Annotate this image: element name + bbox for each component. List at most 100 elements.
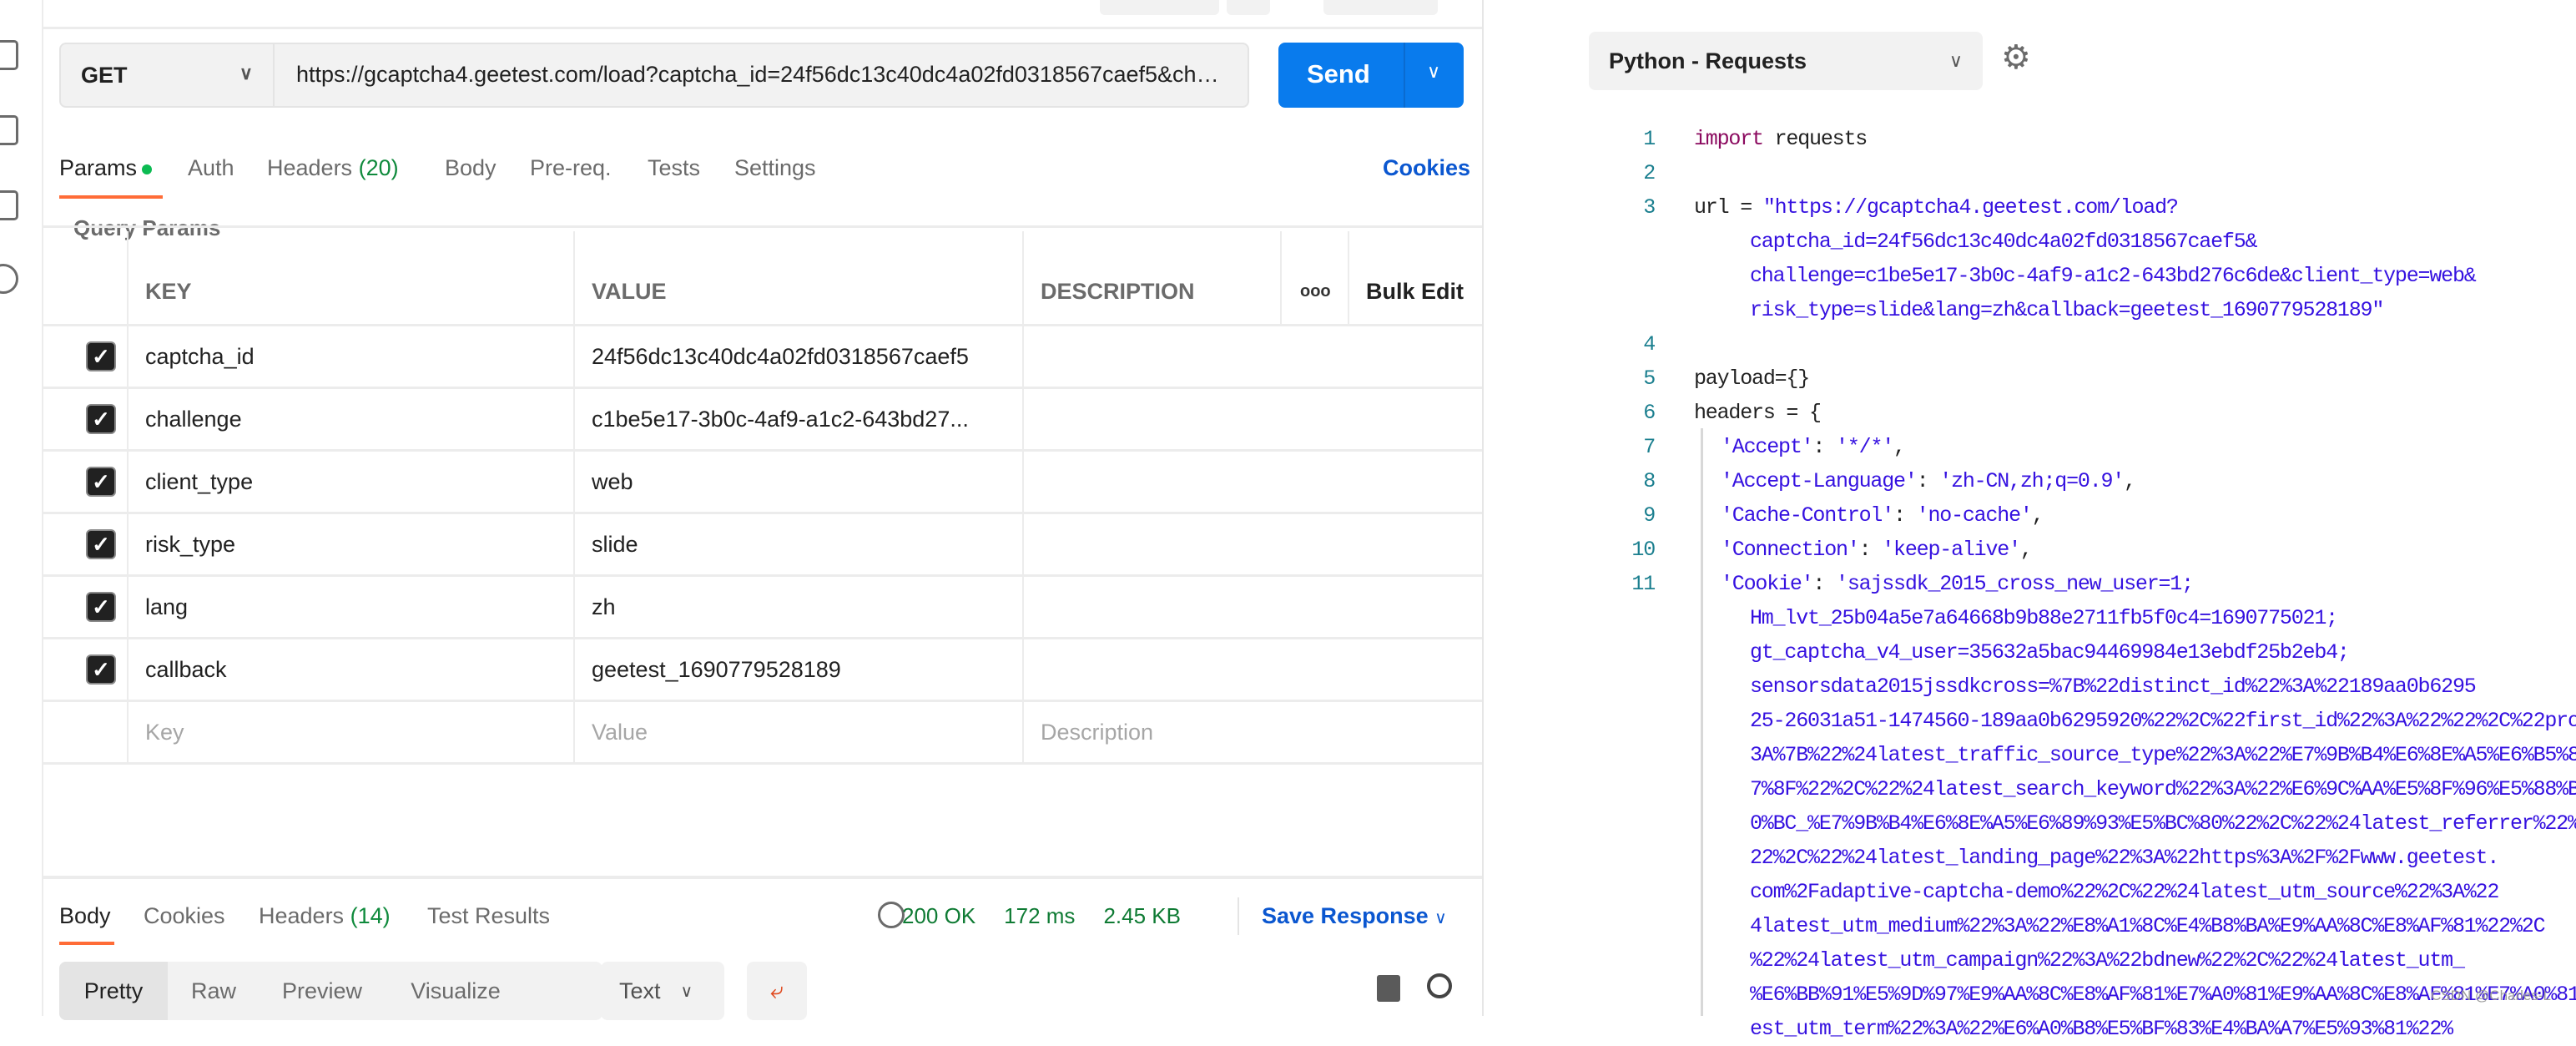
code-token: challenge=c1be5e17-3b0c-4af9-a1c2-643bd2… (1750, 264, 2477, 288)
code-token: %22%24latest_utm_campaign%22%3A%22bdnew%… (1750, 948, 2465, 973)
watermark: CSDN @Charles-L (2431, 988, 2551, 1003)
line-number: 10 (1631, 538, 1656, 562)
cookies-link[interactable]: Cookies (1383, 155, 1470, 181)
collections-icon[interactable] (0, 40, 18, 70)
param-value[interactable]: c1be5e17-3b0c-4af9-a1c2-643bd27... (573, 389, 1022, 449)
param-description[interactable] (1022, 577, 1482, 637)
code-text: est_utm_term%22%3A%22%E6%A0%B8%E5%BF%83%… (1750, 1012, 2453, 1046)
tab-settings[interactable]: Settings (734, 155, 816, 181)
row-checkbox[interactable]: ✓ (86, 529, 116, 559)
row-checkbox[interactable]: ✓ (86, 592, 116, 622)
status-code[interactable]: 200 OK (902, 903, 975, 928)
code-token: 'no-cache' (1916, 503, 2033, 528)
code-token: 25-26031a51-1474560-189aa0b6295920%22%2C… (1750, 709, 2576, 733)
toolbar-button[interactable] (1100, 0, 1219, 15)
view-visualize[interactable]: Visualize (385, 962, 527, 1020)
param-value[interactable]: 24f56dc13c40dc4a02fd0318567caef5 (573, 326, 1022, 387)
row-checkbox[interactable]: ✓ (86, 467, 116, 497)
response-tab-headers[interactable]: Headers (14) (259, 903, 391, 929)
code-line: 4latest_utm_medium%22%3A%22%E8%A1%8C%E4%… (1484, 909, 2576, 943)
wrap-lines-icon[interactable]: ⤶ (747, 962, 807, 1020)
tab-body[interactable]: Body (445, 155, 497, 181)
line-number: 4 (1643, 332, 1656, 356)
language-select[interactable]: Python - Requests ∨ (1589, 32, 1983, 90)
send-options-chevron-icon[interactable]: ∨ (1427, 61, 1440, 83)
response-tab-body[interactable]: Body (59, 903, 111, 929)
tab-pre-request[interactable]: Pre-req. (530, 155, 612, 181)
divider (1238, 897, 1239, 935)
response-divider[interactable] (43, 876, 1482, 879)
tab-params[interactable]: Params (59, 155, 153, 181)
code-text: 'Connection': 'keep-alive', (1721, 533, 2033, 567)
param-key[interactable]: lang (127, 577, 573, 637)
param-value[interactable]: web (573, 452, 1022, 512)
row-checkbox[interactable]: ✓ (86, 404, 116, 434)
format-select[interactable]: Text ∨ (601, 962, 724, 1020)
code-text: 4latest_utm_medium%22%3A%22%E8%A1%8C%E4%… (1750, 909, 2546, 943)
more-options-icon[interactable]: ooo (1280, 261, 1348, 321)
network-globe-icon[interactable] (878, 902, 905, 928)
column-header-key: KEY (145, 278, 192, 304)
response-time[interactable]: 172 ms (1004, 903, 1075, 928)
param-value[interactable]: slide (573, 514, 1022, 574)
toolbar-button[interactable] (1227, 0, 1270, 15)
param-description[interactable] (1022, 326, 1482, 387)
line-number: 2 (1643, 161, 1656, 185)
monitors-icon[interactable] (0, 190, 18, 220)
view-raw[interactable]: Raw (168, 962, 260, 1020)
url-input[interactable]: https://gcaptcha4.geetest.com/load?captc… (296, 62, 1231, 88)
param-key[interactable]: risk_type (127, 514, 573, 574)
code-token: '*/*' (1836, 435, 1894, 459)
view-preview[interactable]: Preview (260, 962, 385, 1020)
param-description[interactable] (1022, 452, 1482, 512)
view-pretty[interactable]: Pretty (59, 962, 168, 1020)
gear-icon[interactable]: ⚙ (2001, 38, 2031, 77)
new-value-input[interactable]: Value (573, 702, 1022, 762)
tab-label: Headers (259, 903, 345, 928)
view-mode-segmented: Pretty Raw Preview Visualize (59, 962, 602, 1020)
save-response-button[interactable]: Save Response ∨ (1262, 903, 1447, 929)
left-sidebar (0, 0, 43, 1016)
param-value[interactable]: zh (573, 577, 1022, 637)
search-icon[interactable] (1427, 973, 1452, 998)
send-button[interactable]: Send ∨ (1278, 43, 1464, 108)
divider (1404, 43, 1405, 108)
divider (43, 27, 1482, 29)
tab-tests[interactable]: Tests (648, 155, 700, 181)
param-key[interactable]: client_type (127, 452, 573, 512)
param-key[interactable]: callback (127, 639, 573, 700)
url-bar: GET ∨ https://gcaptcha4.geetest.com/load?… (59, 43, 1249, 108)
param-key[interactable]: challenge (127, 389, 573, 449)
history-icon[interactable] (0, 264, 18, 294)
new-description-input[interactable]: Description (1022, 702, 1482, 762)
code-text: url = "https://gcaptcha4.geetest.com/loa… (1694, 190, 2179, 225)
toolbar-button[interactable] (1323, 0, 1438, 15)
response-tab-cookies[interactable]: Cookies (144, 903, 225, 929)
code-token: 3A%7B%22%24latest_traffic_source_type%22… (1750, 743, 2576, 767)
code-line: 10 'Connection': 'keep-alive', (1484, 533, 2576, 567)
param-key[interactable]: captcha_id (127, 326, 573, 387)
param-description[interactable] (1022, 639, 1482, 700)
param-description[interactable] (1022, 389, 1482, 449)
row-checkbox[interactable]: ✓ (86, 654, 116, 685)
response-tab-test-results[interactable]: Test Results (427, 903, 550, 929)
method-select[interactable]: GET ∨ (61, 44, 275, 106)
table-row: ✓ lang zh (43, 574, 1482, 637)
row-checkbox[interactable]: ✓ (86, 341, 116, 371)
bulk-edit-button[interactable]: Bulk Edit (1348, 261, 1482, 321)
tab-auth[interactable]: Auth (188, 155, 234, 181)
code-text: 25-26031a51-1474560-189aa0b6295920%22%2C… (1750, 704, 2576, 738)
param-description[interactable] (1022, 514, 1482, 574)
table-row: ✓ client_type web (43, 449, 1482, 512)
new-key-input[interactable]: Key (127, 702, 573, 762)
param-value[interactable]: geetest_1690779528189 (573, 639, 1022, 700)
code-line: 0%BC_%E7%9B%B4%E6%8E%A5%E6%89%93%E5%BC%8… (1484, 806, 2576, 841)
tab-headers[interactable]: Headers (20) (267, 155, 399, 181)
table-row: ✓ captcha_id 24f56dc13c40dc4a02fd0318567ca… (43, 324, 1482, 387)
response-size[interactable]: 2.45 KB (1103, 903, 1181, 928)
copy-icon[interactable] (1377, 975, 1400, 1002)
code-token: requests (1762, 127, 1868, 151)
environments-icon[interactable] (0, 115, 18, 145)
line-number: 5 (1643, 366, 1656, 391)
code-text: Hm_lvt_25b04a5e7a64668b9b88e2711fb5f0c4=… (1750, 601, 2338, 635)
